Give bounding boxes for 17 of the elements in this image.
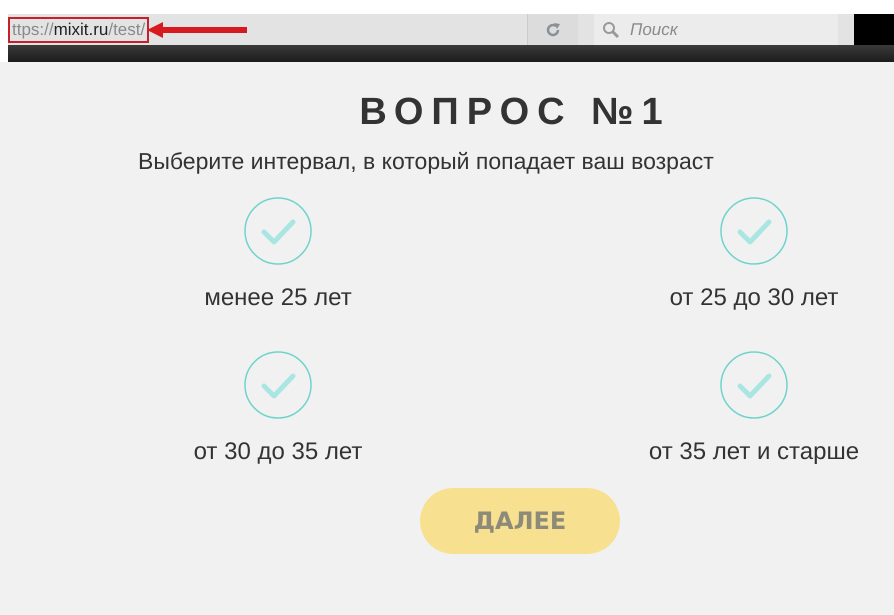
check-circle-icon[interactable] xyxy=(719,196,789,266)
question-title: ВОПРОС №1 xyxy=(358,90,672,134)
check-circle-icon[interactable] xyxy=(243,350,313,420)
option-label[interactable]: от 25 до 30 лет xyxy=(670,284,838,312)
option-label[interactable]: от 30 до 35 лет xyxy=(194,438,362,466)
reload-button[interactable] xyxy=(528,14,578,45)
arrow-icon xyxy=(147,22,248,38)
toolbar-panel xyxy=(854,14,894,45)
url-text: ttps://mixit.ru/test/ xyxy=(8,16,150,42)
refresh-icon xyxy=(544,20,562,38)
question-text: Выберите интервал, в который попадает ваш возраст xyxy=(138,147,715,176)
search-icon xyxy=(602,20,620,38)
option-label[interactable]: от 35 лет и старше xyxy=(648,438,860,466)
check-circle-icon[interactable] xyxy=(719,350,789,420)
search-box[interactable]: Поиск xyxy=(594,14,838,45)
option-label[interactable]: менее 25 лет xyxy=(204,284,352,312)
check-circle-icon[interactable] xyxy=(243,196,313,266)
